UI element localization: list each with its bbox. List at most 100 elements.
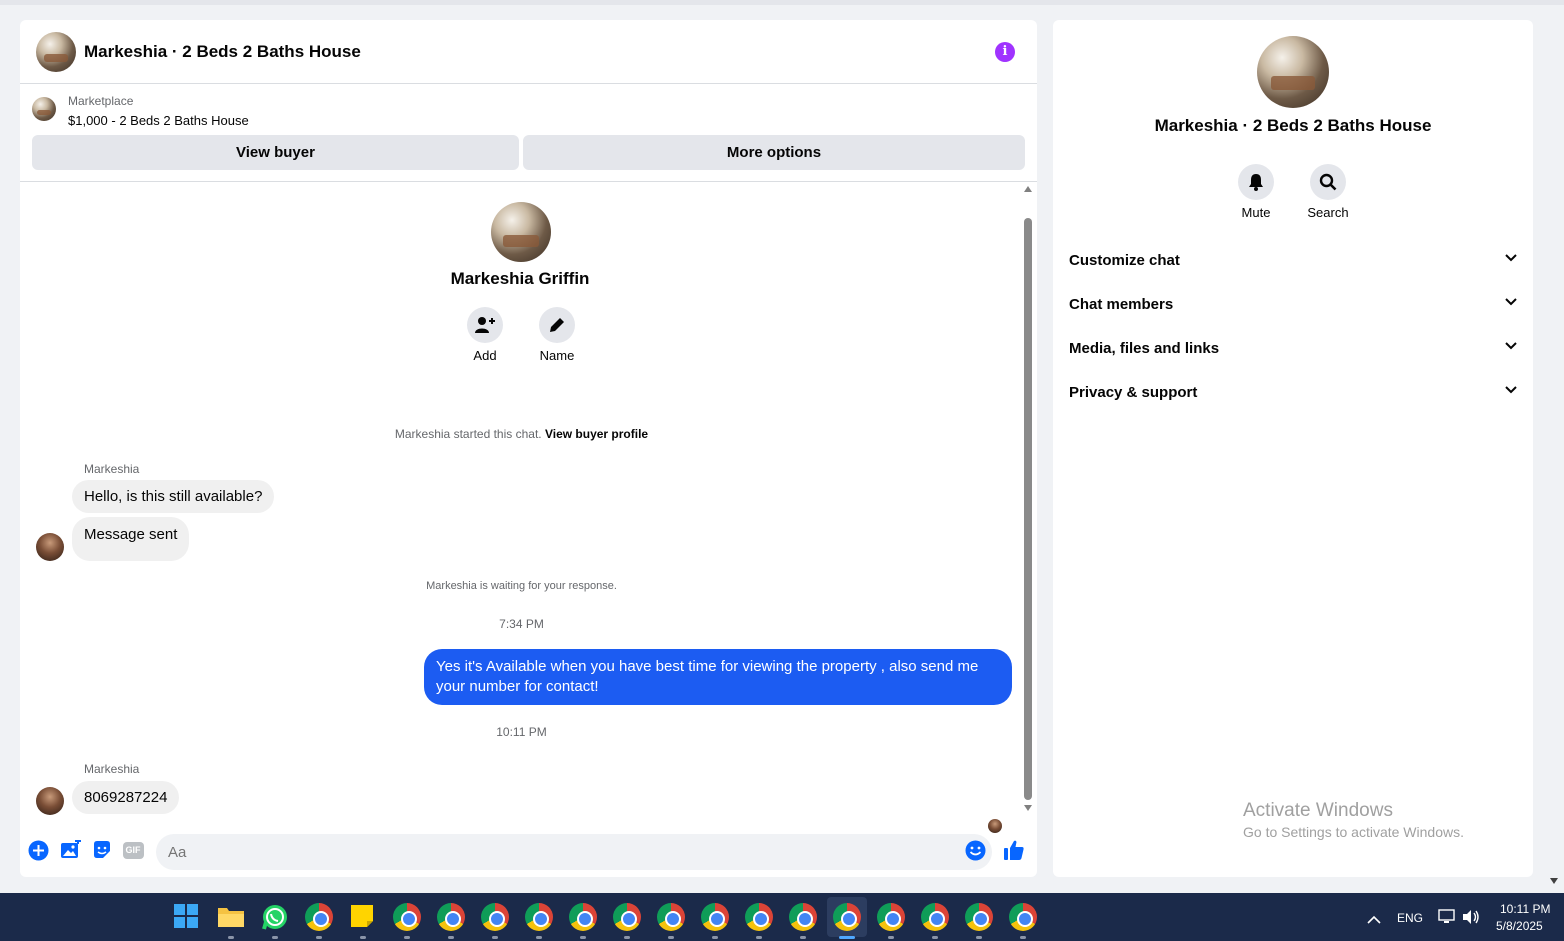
chrome-icon[interactable] <box>305 903 333 931</box>
gif-icon[interactable]: GIF <box>122 839 144 861</box>
chrome-profile-icon[interactable] <box>481 903 509 931</box>
info-icon[interactable]: i <box>995 42 1015 62</box>
clock-date[interactable]: 5/8/2025 <box>1496 919 1543 933</box>
name-label: Name <box>539 348 575 363</box>
accordion-chat-members[interactable]: Chat members <box>1069 290 1517 320</box>
windows-taskbar: ENG 10:11 PM 5/8/2025 <box>0 893 1564 941</box>
sticky-notes-icon[interactable] <box>349 903 377 931</box>
gif-badge: GIF <box>122 841 144 859</box>
scroll-up-arrow-icon[interactable] <box>1024 186 1032 192</box>
view-buyer-button[interactable]: View buyer <box>32 135 519 170</box>
language-indicator[interactable]: ENG <box>1397 911 1423 925</box>
composer-bar: GIF <box>20 826 1037 876</box>
running-indicator <box>272 936 278 939</box>
chrome-profile-icon[interactable] <box>393 903 421 931</box>
page-scroll-down-icon[interactable] <box>1550 878 1558 884</box>
chrome-profile-icon[interactable] <box>613 903 641 931</box>
message-scrollbar[interactable] <box>1022 183 1034 823</box>
chrome-profile-icon[interactable] <box>657 903 685 931</box>
marketplace-bar: Marketplace $1,000 - 2 Beds 2 Baths Hous… <box>20 85 1037 182</box>
marketplace-label: Marketplace <box>68 94 134 108</box>
running-indicator <box>448 936 454 939</box>
accordion-media-files-links[interactable]: Media, files and links <box>1069 334 1517 364</box>
timestamp: 7:34 PM <box>499 617 544 631</box>
edit-name-button[interactable] <box>539 307 575 343</box>
running-indicator <box>756 936 762 939</box>
sender-avatar[interactable] <box>36 533 64 561</box>
listing-avatar[interactable] <box>36 32 76 72</box>
chrome-profile-icon-active[interactable] <box>833 903 861 931</box>
chat-header: Markeshia · 2 Beds 2 Baths House i <box>20 20 1037 84</box>
chat-started-notice: Markeshia started this chat. View buyer … <box>20 427 1023 441</box>
listing-avatar-large[interactable] <box>1257 36 1329 108</box>
sender-avatar[interactable] <box>36 787 64 815</box>
add-person-button[interactable] <box>467 307 503 343</box>
chrome-profile-icon[interactable] <box>965 903 993 931</box>
chrome-profile-icon[interactable] <box>701 903 729 931</box>
activate-windows-watermark: Activate Windows Go to Settings to activ… <box>1243 800 1464 840</box>
chrome-profile-icon[interactable] <box>789 903 817 931</box>
sticker-icon[interactable] <box>91 839 113 861</box>
more-options-button[interactable]: More options <box>523 135 1025 170</box>
accordion-label: Customize chat <box>1069 252 1180 269</box>
running-indicator <box>624 936 630 939</box>
accordion-label: Privacy & support <box>1069 384 1198 401</box>
running-indicator <box>976 936 982 939</box>
profile-avatar <box>491 202 551 262</box>
accordion-label: Chat members <box>1069 296 1174 313</box>
search-icon <box>1319 173 1337 191</box>
timestamp: 10:11 PM <box>496 725 547 739</box>
incoming-message[interactable]: 8069287224 <box>72 781 180 814</box>
waiting-notice: Markeshia is waiting for your response. <box>426 580 617 592</box>
chrome-profile-icon[interactable] <box>877 903 905 931</box>
chat-started-text: Markeshia started this chat. <box>394 427 545 441</box>
scroll-thumb[interactable] <box>1024 218 1032 800</box>
chat-title[interactable]: Markeshia · 2 Beds 2 Baths House <box>84 42 361 62</box>
chrome-profile-icon[interactable] <box>921 903 949 931</box>
outgoing-message[interactable]: Yes it's Available when you have best ti… <box>424 649 1012 705</box>
sender-name: Markeshia <box>84 462 140 476</box>
running-indicator <box>404 936 410 939</box>
chevron-down-icon <box>1505 342 1517 350</box>
mute-label: Mute <box>1241 205 1271 220</box>
chat-window: Markeshia · 2 Beds 2 Baths House i Marke… <box>20 20 1037 877</box>
view-buyer-profile-link[interactable]: View buyer profile <box>545 427 648 441</box>
emoji-icon[interactable] <box>964 839 986 861</box>
photo-icon[interactable] <box>59 839 81 861</box>
message-list: Markeshia Griffin Add Name Markeshia sta… <box>20 183 1037 833</box>
plus-circle-icon[interactable] <box>27 839 49 861</box>
watermark-line2: Go to Settings to activate Windows. <box>1243 824 1464 840</box>
show-hidden-icons-chevron-up-icon[interactable] <box>1367 911 1381 929</box>
add-person-icon <box>475 317 495 333</box>
mute-button[interactable] <box>1238 164 1274 200</box>
whatsapp-icon[interactable] <box>261 903 289 931</box>
accordion-privacy-support[interactable]: Privacy & support <box>1069 378 1517 408</box>
running-indicator <box>800 936 806 939</box>
windows-start-icon[interactable] <box>173 903 201 931</box>
file-explorer-icon[interactable] <box>217 903 245 931</box>
accordion-customize-chat[interactable]: Customize chat <box>1069 246 1517 276</box>
incoming-message[interactable]: Hello, is this still available? <box>72 480 275 513</box>
thumbs-up-icon[interactable] <box>1003 839 1025 861</box>
chrome-profile-icon[interactable] <box>437 903 465 931</box>
clock-time[interactable]: 10:11 PM <box>1500 902 1550 916</box>
search-button[interactable] <box>1310 164 1346 200</box>
chrome-profile-icon[interactable] <box>1009 903 1037 931</box>
scroll-down-arrow-icon[interactable] <box>1024 805 1032 811</box>
chevron-down-icon <box>1505 254 1517 262</box>
volume-icon[interactable] <box>1462 909 1480 930</box>
network-icon[interactable] <box>1438 909 1456 930</box>
running-indicator <box>316 936 322 939</box>
incoming-message[interactable]: Message sent <box>72 517 190 561</box>
chrome-profile-icon[interactable] <box>745 903 773 931</box>
listing-price-title[interactable]: $1,000 - 2 Beds 2 Baths House <box>68 113 249 128</box>
chevron-down-icon <box>1505 386 1517 394</box>
message-input[interactable] <box>156 834 992 870</box>
listing-thumbnail[interactable] <box>32 97 56 121</box>
running-indicator <box>360 936 366 939</box>
chevron-down-icon <box>1505 298 1517 306</box>
running-indicator <box>536 936 542 939</box>
chrome-profile-icon[interactable] <box>569 903 597 931</box>
add-label: Add <box>473 348 497 363</box>
chrome-profile-icon[interactable] <box>525 903 553 931</box>
